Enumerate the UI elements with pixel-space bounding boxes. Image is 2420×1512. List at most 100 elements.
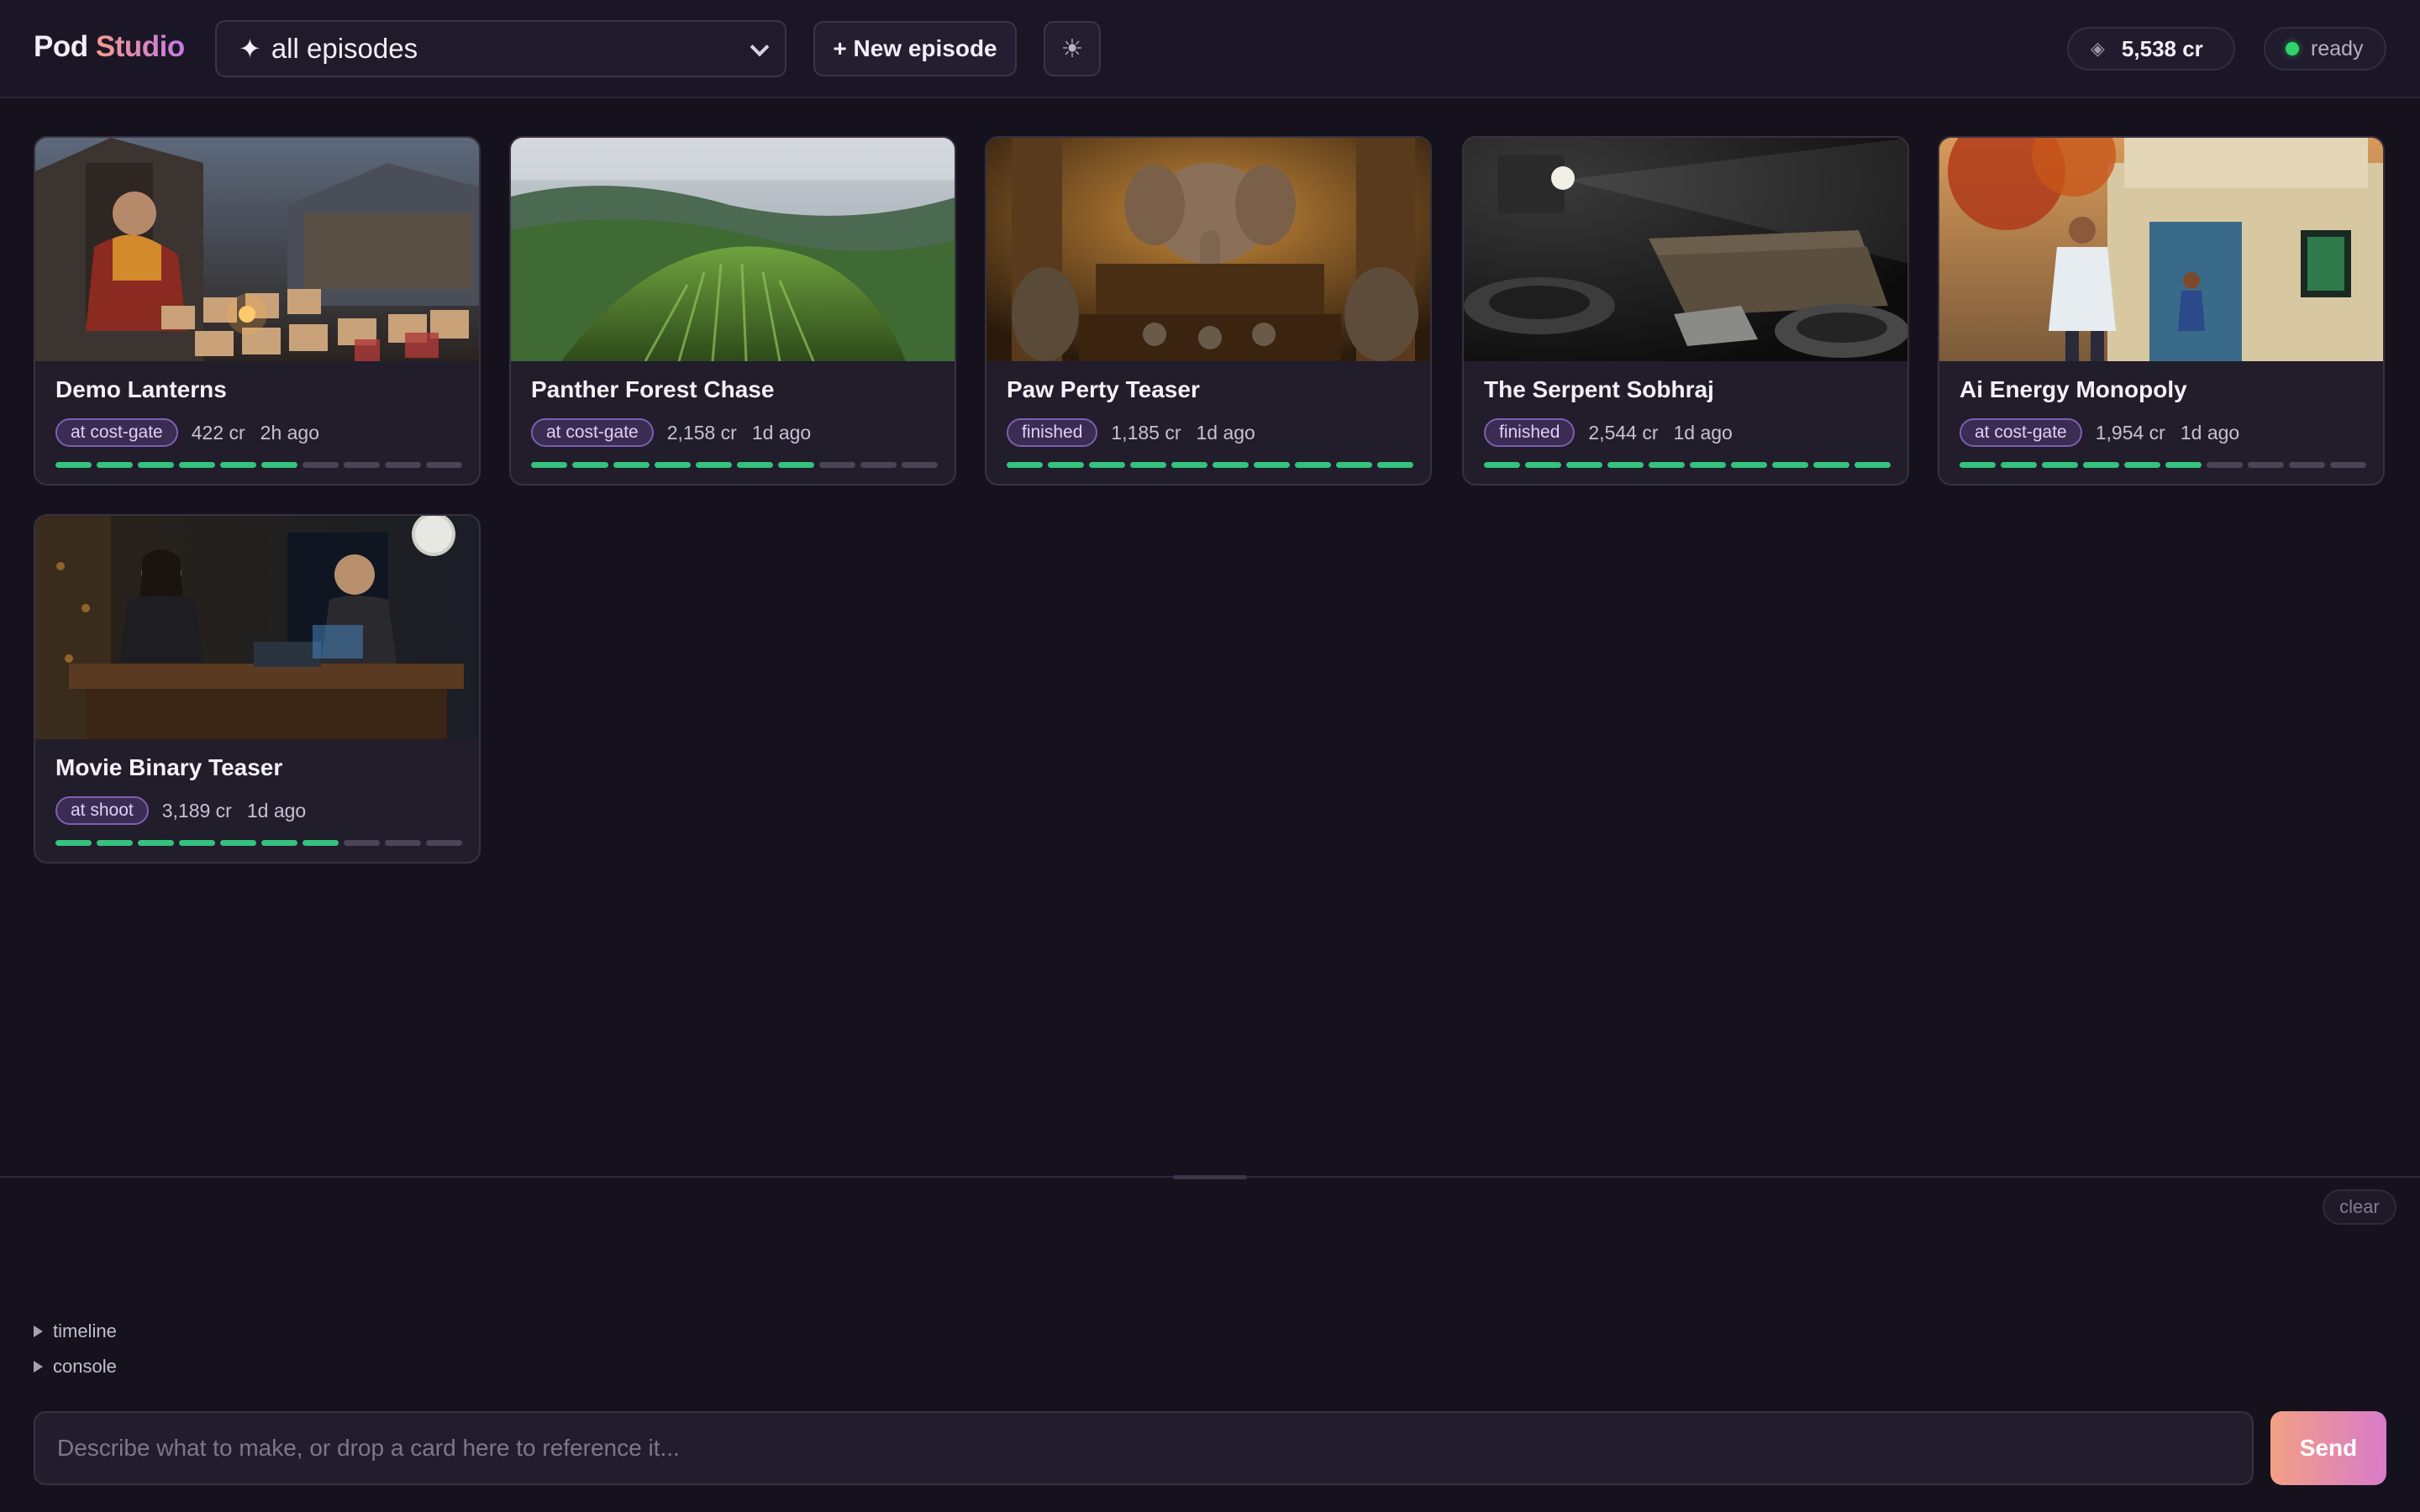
progress-segment: [385, 462, 421, 468]
episode-timestamp: 1d ago: [751, 421, 812, 444]
episode-timestamp: 1d ago: [2180, 421, 2240, 444]
sun-icon: ☀: [1060, 34, 1084, 63]
progress-segment: [613, 462, 650, 468]
status-badge: finished: [1007, 418, 1098, 447]
progress-segment: [344, 840, 380, 846]
progress-segment: [261, 462, 297, 468]
progress-segment: [1377, 462, 1413, 468]
episode-card[interactable]: Paw Perty Teaser finished 1,185 cr 1d ag…: [985, 136, 1432, 486]
episode-timestamp: 1d ago: [1673, 421, 1733, 444]
send-button[interactable]: Send: [2270, 1411, 2386, 1485]
progress-segment: [1607, 462, 1644, 468]
triangle-right-icon: [34, 1326, 43, 1337]
episode-card[interactable]: Demo Lanterns at cost-gate 422 cr 2h ago: [34, 136, 481, 486]
episode-card[interactable]: The Serpent Sobhraj finished 2,544 cr 1d…: [1462, 136, 1909, 486]
progress-segment: [1731, 462, 1767, 468]
episode-title: Paw Perty Teaser: [1007, 376, 1200, 402]
episode-thumbnail: [35, 138, 479, 361]
brand-logo: Pod Studio: [34, 30, 185, 64]
progress-segment: [572, 462, 608, 468]
episode-title: Panther Forest Chase: [531, 376, 775, 402]
episode-thumbnail: [1464, 138, 1907, 361]
progress-segment: [179, 462, 215, 468]
episode-thumbnail: [35, 516, 479, 739]
episode-card[interactable]: Panther Forest Chase at cost-gate 2,158 …: [509, 136, 956, 486]
progress-segment: [2124, 462, 2160, 468]
chevron-down-icon: [750, 37, 770, 57]
brand-name-part1: Pod: [34, 30, 88, 63]
progress-segment: [97, 462, 133, 468]
credits-value: 5,538 cr: [2121, 35, 2203, 61]
clear-button[interactable]: clear: [2323, 1189, 2396, 1225]
progress-segment: [1213, 462, 1249, 468]
progress-segment: [1960, 462, 1996, 468]
progress-segment: [97, 840, 133, 846]
episode-credits: 2,544 cr: [1588, 421, 1659, 444]
progress-segment: [696, 462, 732, 468]
progress-segment: [220, 840, 256, 846]
episode-meta: finished 1,185 cr 1d ago: [1007, 417, 1255, 448]
episode-card[interactable]: Ai Energy Monopoly at cost-gate 1,954 cr…: [1938, 136, 2385, 486]
progress-segment: [2248, 462, 2284, 468]
status-indicator: ready: [2264, 27, 2386, 71]
progress-segment: [426, 462, 462, 468]
progress-segment: [1336, 462, 1372, 468]
episode-meta: at cost-gate 422 cr 2h ago: [55, 417, 319, 448]
progress-segment: [2001, 462, 2037, 468]
new-episode-button[interactable]: + New episode: [813, 21, 1017, 76]
progress-segment: [1854, 462, 1891, 468]
episode-card[interactable]: Movie Binary Teaser at shoot 3,189 cr 1d…: [34, 514, 481, 864]
progress-segment: [1772, 462, 1808, 468]
timeline-toggle[interactable]: timeline: [34, 1320, 117, 1342]
progress-segment: [1007, 462, 1043, 468]
episode-thumbnail: [1939, 138, 2383, 361]
panel-resize-handle[interactable]: [1173, 1175, 1247, 1179]
episode-thumbnail: [511, 138, 955, 361]
progress-segment: [2289, 462, 2325, 468]
episode-filter-select[interactable]: ✦ all episodes: [215, 20, 786, 77]
timeline-label: timeline: [53, 1320, 117, 1341]
episode-title: Movie Binary Teaser: [55, 754, 283, 780]
progress-segment: [55, 462, 92, 468]
progress-segment: [819, 462, 855, 468]
progress-segment: [860, 462, 897, 468]
status-badge: finished: [1484, 418, 1576, 447]
episode-meta: at shoot 3,189 cr 1d ago: [55, 795, 306, 826]
episode-progress-bar: [1960, 462, 2366, 468]
progress-segment: [385, 840, 421, 846]
status-badge: at cost-gate: [1960, 418, 2082, 447]
progress-segment: [1048, 462, 1084, 468]
prompt-input[interactable]: [34, 1411, 2254, 1485]
progress-segment: [302, 840, 339, 846]
episode-progress-bar: [1484, 462, 1891, 468]
episode-credits: 2,158 cr: [666, 421, 737, 444]
episode-timestamp: 2h ago: [260, 421, 320, 444]
episode-progress-bar: [55, 840, 462, 846]
progress-segment: [737, 462, 773, 468]
status-badge: at cost-gate: [531, 418, 654, 447]
progress-segment: [1089, 462, 1125, 468]
episode-timestamp: 1d ago: [1196, 421, 1255, 444]
progress-segment: [1254, 462, 1290, 468]
status-badge: at cost-gate: [55, 418, 178, 447]
episode-title: The Serpent Sobhraj: [1484, 376, 1714, 402]
console-label: console: [53, 1356, 117, 1377]
brand-name-part2: Studio: [95, 30, 185, 63]
progress-segment: [1649, 462, 1685, 468]
top-bar: Pod Studio ✦ all episodes + New episode …: [0, 0, 2420, 98]
progress-segment: [1813, 462, 1849, 468]
episode-title: Demo Lanterns: [55, 376, 227, 402]
theme-toggle-button[interactable]: ☀: [1044, 21, 1101, 76]
progress-segment: [2207, 462, 2243, 468]
progress-segment: [426, 840, 462, 846]
progress-segment: [531, 462, 567, 468]
episode-credits: 3,189 cr: [161, 799, 232, 822]
episode-filter-value: all episodes: [271, 33, 418, 64]
triangle-right-icon: [34, 1361, 43, 1373]
progress-segment: [1130, 462, 1166, 468]
episode-credits: 1,954 cr: [2095, 421, 2165, 444]
status-text: ready: [2311, 36, 2364, 60]
progress-segment: [138, 840, 174, 846]
console-toggle[interactable]: console: [34, 1356, 117, 1378]
progress-segment: [138, 462, 174, 468]
